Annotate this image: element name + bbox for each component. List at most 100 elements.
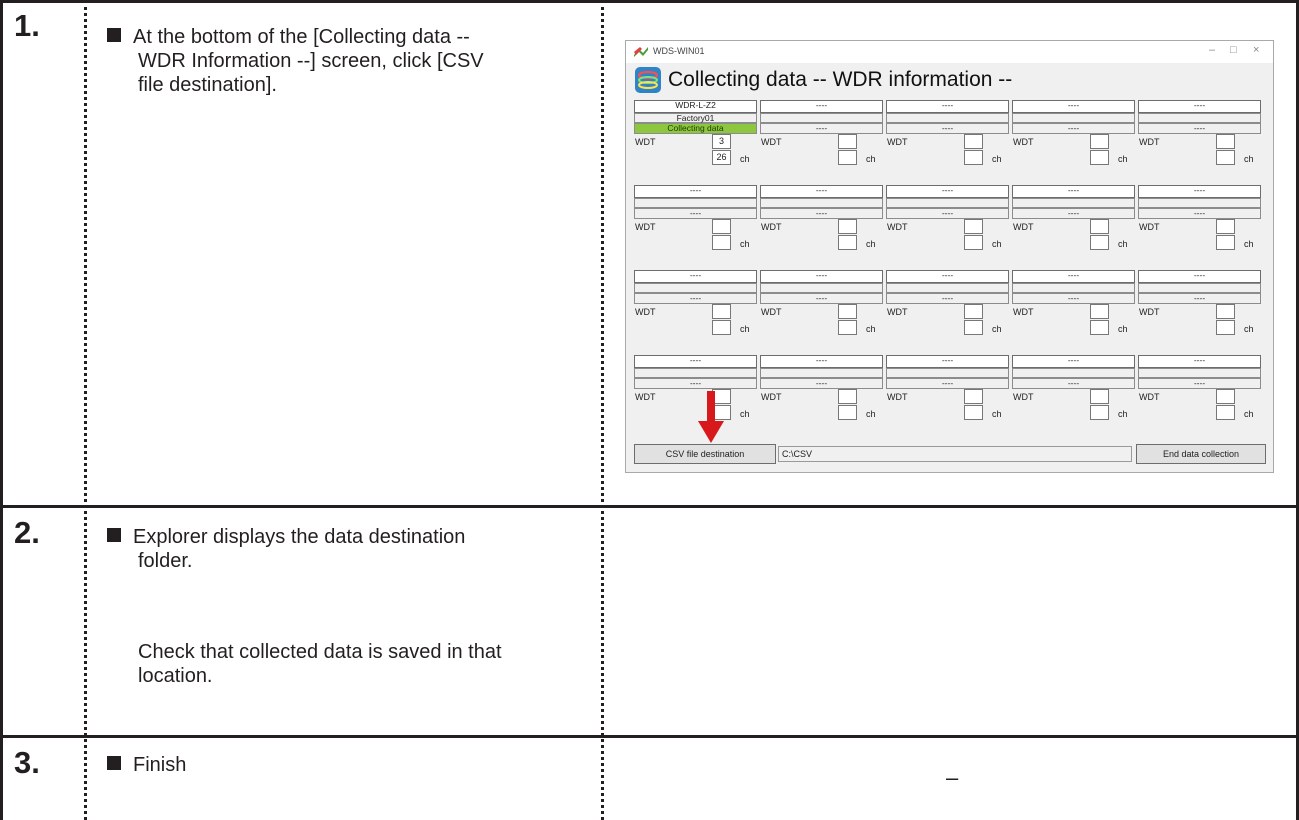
wdr-location xyxy=(1012,113,1135,123)
channel-count-box xyxy=(838,405,857,420)
wdr-status: ---- xyxy=(634,208,757,219)
note-line: Check that collected data is saved in th… xyxy=(138,641,502,663)
ch-label: ch xyxy=(866,324,876,334)
channel-count-box xyxy=(1090,235,1109,250)
ch-label: ch xyxy=(992,239,1002,249)
csv-path-field[interactable]: C:\CSV xyxy=(778,446,1132,462)
wdt-label: WDT xyxy=(887,307,908,317)
ch-label: ch xyxy=(1118,154,1128,164)
wdr-status: ---- xyxy=(886,378,1009,389)
wdr-status: ---- xyxy=(1138,378,1261,389)
wdt-count-box xyxy=(964,219,983,234)
wdt-count-box xyxy=(1090,389,1109,404)
wdt-label: WDT xyxy=(761,222,782,232)
wdr-name: ---- xyxy=(1012,100,1135,113)
wdr-status: ---- xyxy=(886,293,1009,304)
instruction-line: WDR Information --] screen, click [CSV xyxy=(138,50,484,72)
wdr-unit-block: ---- ---- WDT ch xyxy=(634,270,758,350)
wdr-status: ---- xyxy=(760,293,883,304)
wdr-location xyxy=(634,283,757,293)
channel-count-box xyxy=(1216,235,1235,250)
wdr-name: ---- xyxy=(634,270,757,283)
channel-count-box xyxy=(1090,150,1109,165)
instruction-line: file destination]. xyxy=(138,74,277,96)
close-icon[interactable]: × xyxy=(1253,44,1259,56)
wdr-unit-block: ---- ---- WDT ch xyxy=(634,355,758,435)
window-title: WDS-WIN01 xyxy=(653,46,705,56)
ch-label: ch xyxy=(992,409,1002,419)
wdt-label: WDT xyxy=(1013,137,1034,147)
wdr-status: ---- xyxy=(634,293,757,304)
wdr-unit-block: ---- ---- WDT ch xyxy=(760,270,884,350)
wdr-name: ---- xyxy=(634,355,757,368)
wdt-label: WDT xyxy=(761,392,782,402)
step-instruction: At the bottom of the [Collecting data --… xyxy=(107,25,587,97)
wdt-label: WDT xyxy=(1139,307,1160,317)
wdr-location xyxy=(1138,368,1261,378)
wdr-unit-block: ---- ---- WDT ch xyxy=(886,185,1010,265)
wdt-label: WDT xyxy=(1139,222,1160,232)
wdr-unit-block: ---- ---- WDT ch xyxy=(760,355,884,435)
window-titlebar: WDS-WIN01 – □ × xyxy=(626,41,1273,63)
end-data-collection-button[interactable]: End data collection xyxy=(1136,444,1266,464)
wdr-name: ---- xyxy=(634,185,757,198)
ch-label: ch xyxy=(740,324,750,334)
wdt-count-box: 3 xyxy=(712,134,731,149)
wdr-location xyxy=(1138,283,1261,293)
wdr-location xyxy=(1012,283,1135,293)
wdr-status: ---- xyxy=(760,123,883,134)
instruction-line: At the bottom of the [Collecting data -- xyxy=(133,26,470,48)
column-divider-dotted xyxy=(84,0,87,820)
wdr-location xyxy=(760,368,883,378)
wdr-name: WDR-L-Z2 xyxy=(634,100,757,113)
bullet-square-icon xyxy=(107,28,121,42)
row-divider xyxy=(0,505,1299,508)
channel-count-box xyxy=(964,235,983,250)
wdr-location xyxy=(1138,198,1261,208)
wdr-unit-block: ---- ---- WDT ch xyxy=(760,100,884,180)
wdr-status: ---- xyxy=(1138,293,1261,304)
wdr-name: ---- xyxy=(1138,355,1261,368)
channel-count-box xyxy=(838,235,857,250)
minimize-icon[interactable]: – xyxy=(1209,44,1215,56)
column-divider-dotted xyxy=(601,0,604,820)
wdr-location xyxy=(886,198,1009,208)
wdr-unit-block: ---- ---- WDT ch xyxy=(1012,270,1136,350)
wdr-name: ---- xyxy=(1138,100,1261,113)
wdt-count-box xyxy=(1216,389,1235,404)
note-line: location. xyxy=(138,665,213,687)
ch-label: ch xyxy=(1118,409,1128,419)
maximize-icon[interactable]: □ xyxy=(1230,44,1237,56)
channel-count-box xyxy=(1216,405,1235,420)
wdr-unit-block: ---- ---- WDT ch xyxy=(634,185,758,265)
wdr-location xyxy=(760,198,883,208)
wdr-unit-block: ---- ---- WDT ch xyxy=(886,100,1010,180)
wdr-name: ---- xyxy=(1138,185,1261,198)
step-note: Check that collected data is saved in th… xyxy=(107,640,587,688)
wdr-location: Factory01 xyxy=(634,113,757,123)
row-divider xyxy=(0,735,1299,738)
wdr-unit-block: ---- ---- WDT ch xyxy=(886,355,1010,435)
wdr-location xyxy=(760,113,883,123)
instruction-line: folder. xyxy=(138,550,193,572)
wdt-count-box xyxy=(838,134,857,149)
wdt-label: WDT xyxy=(1139,137,1160,147)
channel-count-box xyxy=(1216,150,1235,165)
wdt-count-box xyxy=(1216,134,1235,149)
ch-label: ch xyxy=(740,239,750,249)
step-number: 2. xyxy=(14,515,40,550)
step-instruction: Finish xyxy=(107,753,587,777)
wdt-label: WDT xyxy=(1013,222,1034,232)
ch-label: ch xyxy=(1244,409,1254,419)
wdt-count-box xyxy=(964,389,983,404)
wdt-label: WDT xyxy=(887,222,908,232)
wdt-count-box xyxy=(1090,219,1109,234)
instruction-line: Finish xyxy=(133,754,187,776)
wdt-label: WDT xyxy=(887,392,908,402)
screen-heading: Collecting data -- WDR information -- xyxy=(668,68,1013,91)
ch-label: ch xyxy=(1244,239,1254,249)
csv-file-destination-button[interactable]: CSV file destination xyxy=(634,444,776,464)
wdt-count-box xyxy=(964,134,983,149)
wdt-count-box xyxy=(838,219,857,234)
app-logo-icon xyxy=(635,67,661,93)
